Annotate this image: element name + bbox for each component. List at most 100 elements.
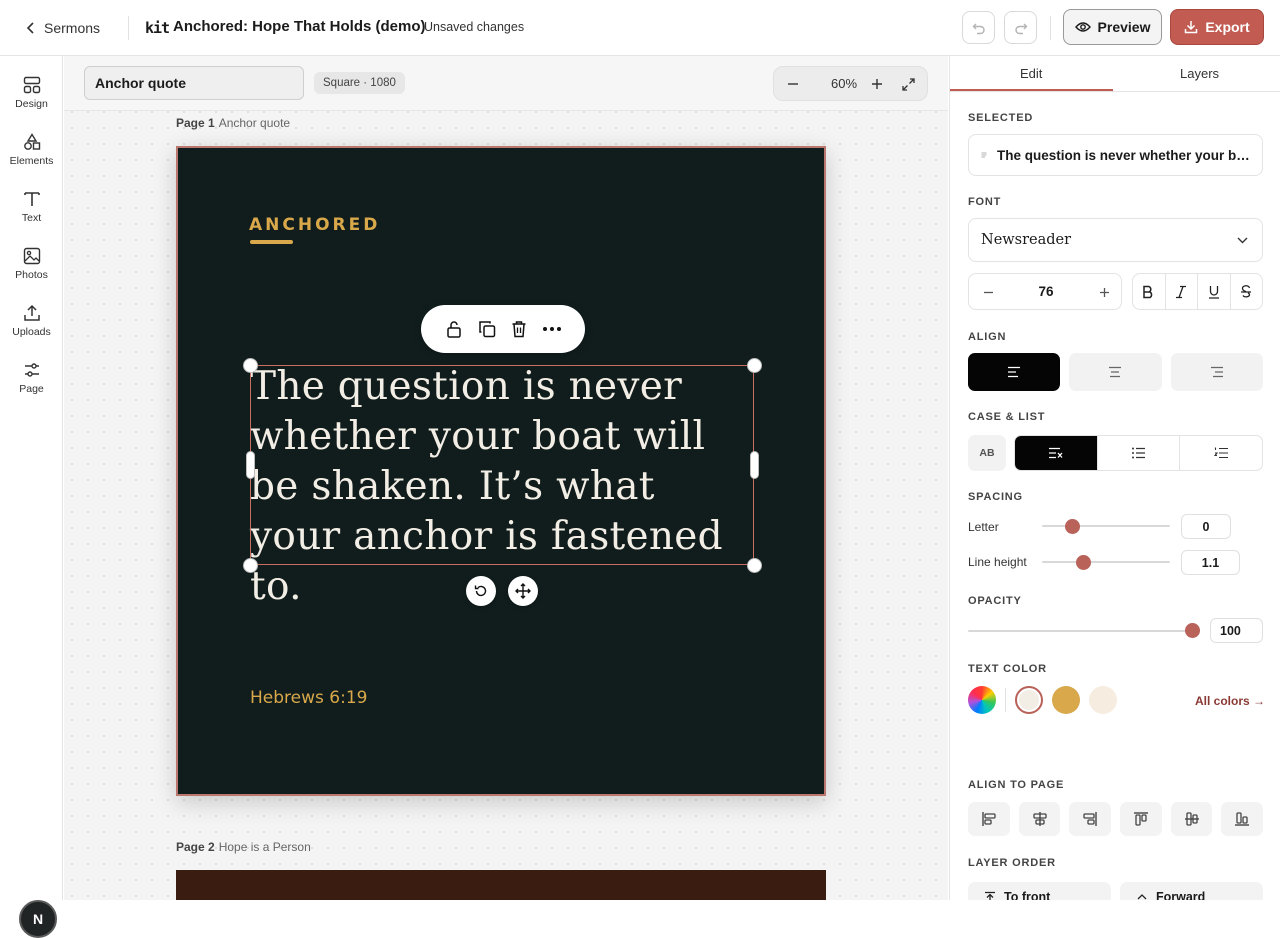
letter-spacing-knob[interactable] <box>1065 519 1080 534</box>
canvas-toolbar: Square · 1080 60% <box>64 56 948 111</box>
rail-item-uploads[interactable]: Uploads <box>0 304 63 338</box>
font-value: Newsreader <box>981 232 1072 248</box>
resize-handle-ne[interactable] <box>747 358 762 373</box>
document-title[interactable]: Anchored: Hope That Holds (demo) <box>173 18 426 35</box>
align-right-icon <box>1210 366 1223 378</box>
rotate-button[interactable] <box>466 576 496 606</box>
resize-handle-se[interactable] <box>747 558 762 573</box>
uppercase-button[interactable]: AB <box>968 435 1006 471</box>
swatch-gold[interactable] <box>1052 686 1080 714</box>
font-heading: FONT <box>968 196 1002 208</box>
tab-edit[interactable]: Edit <box>1020 66 1042 81</box>
align-left-button[interactable] <box>968 353 1061 391</box>
unlock-button[interactable] <box>443 318 465 340</box>
redo-icon <box>1014 23 1027 34</box>
more-button[interactable] <box>541 318 563 340</box>
selected-element-field[interactable]: The question is never whether your bo... <box>968 134 1263 176</box>
underline-icon <box>1208 285 1219 299</box>
brand-underline[interactable] <box>250 240 293 244</box>
move-button[interactable] <box>508 576 538 606</box>
page-name: Hope is a Person <box>218 840 311 854</box>
bold-icon <box>1143 285 1153 298</box>
scripture-reference[interactable]: Hebrews 6:19 <box>250 688 367 708</box>
font-select[interactable]: Newsreader <box>968 218 1263 262</box>
color-picker-swatch[interactable] <box>968 686 996 714</box>
line-height-input[interactable]: 1.1 <box>1181 550 1240 575</box>
delete-button[interactable] <box>508 318 530 340</box>
redo-button[interactable] <box>1004 11 1037 44</box>
align-page-top-button[interactable] <box>1120 802 1162 836</box>
align-right-button[interactable] <box>1170 353 1263 391</box>
numbered-list-button[interactable] <box>1179 436 1262 470</box>
underline-button[interactable] <box>1197 274 1230 309</box>
no-list-button[interactable] <box>1015 436 1097 470</box>
list-off-icon <box>1049 447 1063 459</box>
align-center-button[interactable] <box>1069 353 1162 391</box>
letter-spacing-track[interactable] <box>1042 525 1170 527</box>
zoom-in-button[interactable] <box>868 75 886 93</box>
swatch-light[interactable] <box>1089 686 1117 714</box>
align-page-bottom-button[interactable] <box>1221 802 1264 836</box>
resize-handle-e[interactable] <box>750 451 759 479</box>
user-avatar[interactable]: N <box>19 900 57 938</box>
layer-order-heading: LAYER ORDER <box>968 857 1056 869</box>
resize-handle-w[interactable] <box>246 451 255 479</box>
rail-item-text[interactable]: Text <box>0 190 63 224</box>
page-number: Page 2 <box>176 840 215 854</box>
resize-handle-sw[interactable] <box>243 558 258 573</box>
rail-item-page[interactable]: Page <box>0 361 63 395</box>
strikethrough-button[interactable] <box>1229 274 1263 309</box>
page-name-input[interactable] <box>84 66 304 100</box>
all-colors-link[interactable]: All colors → <box>1195 694 1265 708</box>
line-height-track[interactable] <box>1042 561 1170 563</box>
page-1-canvas[interactable]: ANCHORED The question is never whether y… <box>176 146 826 796</box>
rail-item-photos[interactable]: Photos <box>0 247 63 281</box>
selected-heading: SELECTED <box>968 112 1034 124</box>
chevron-down-icon <box>1237 237 1248 243</box>
line-height-knob[interactable] <box>1076 555 1091 570</box>
fit-screen-button[interactable] <box>899 75 917 93</box>
align-page-right-button[interactable] <box>1069 802 1112 836</box>
undo-button[interactable] <box>962 11 995 44</box>
forward-button[interactable]: Forward <box>1120 882 1263 900</box>
bold-button[interactable] <box>1133 274 1165 309</box>
duplicate-button[interactable] <box>476 318 498 340</box>
expand-icon <box>901 77 915 91</box>
back-button[interactable]: Sermons <box>26 17 100 39</box>
bullet-list-button[interactable] <box>1096 436 1180 470</box>
export-button[interactable]: Export <box>1170 9 1264 45</box>
app-logo: kit <box>145 19 170 37</box>
plus-icon <box>1099 287 1109 297</box>
opacity-track[interactable] <box>968 630 1194 632</box>
align-page-hcenter-button[interactable] <box>1018 802 1061 836</box>
opacity-knob[interactable] <box>1185 623 1200 638</box>
font-size-value[interactable]: 76 <box>1009 284 1083 299</box>
align-page-left-button[interactable] <box>968 802 1010 836</box>
italic-button[interactable] <box>1164 274 1198 309</box>
letter-spacing-input[interactable]: 0 <box>1181 514 1231 539</box>
swatch-cream[interactable] <box>1015 686 1043 714</box>
divider <box>1005 688 1006 712</box>
font-size-decrease[interactable] <box>979 283 997 301</box>
font-size-increase[interactable] <box>1095 283 1113 301</box>
opacity-input[interactable]: 100 <box>1210 618 1263 643</box>
rail-item-elements[interactable]: Elements <box>0 133 63 167</box>
align-left-icon <box>1008 366 1021 378</box>
minus-icon <box>983 291 993 293</box>
zoom-out-button[interactable] <box>784 75 802 93</box>
align-page-vcenter-button[interactable] <box>1170 802 1213 836</box>
resize-handle-nw[interactable] <box>243 358 258 373</box>
text-small-icon <box>981 152 987 158</box>
letter-spacing-label: Letter <box>968 520 999 534</box>
page-2-canvas[interactable] <box>176 870 826 900</box>
preview-button[interactable]: Preview <box>1063 9 1162 45</box>
active-tab-indicator <box>950 89 1113 91</box>
brand-wordmark[interactable]: ANCHORED <box>249 215 380 235</box>
opacity-heading: OPACITY <box>968 595 1022 607</box>
chevron-left-icon <box>26 22 34 34</box>
to-front-button[interactable]: To front <box>968 882 1111 900</box>
sliders-icon <box>24 363 39 377</box>
tab-layers[interactable]: Layers <box>1180 66 1219 81</box>
rail-item-design[interactable]: Design <box>0 76 63 110</box>
numbered-list-icon <box>1213 447 1228 459</box>
